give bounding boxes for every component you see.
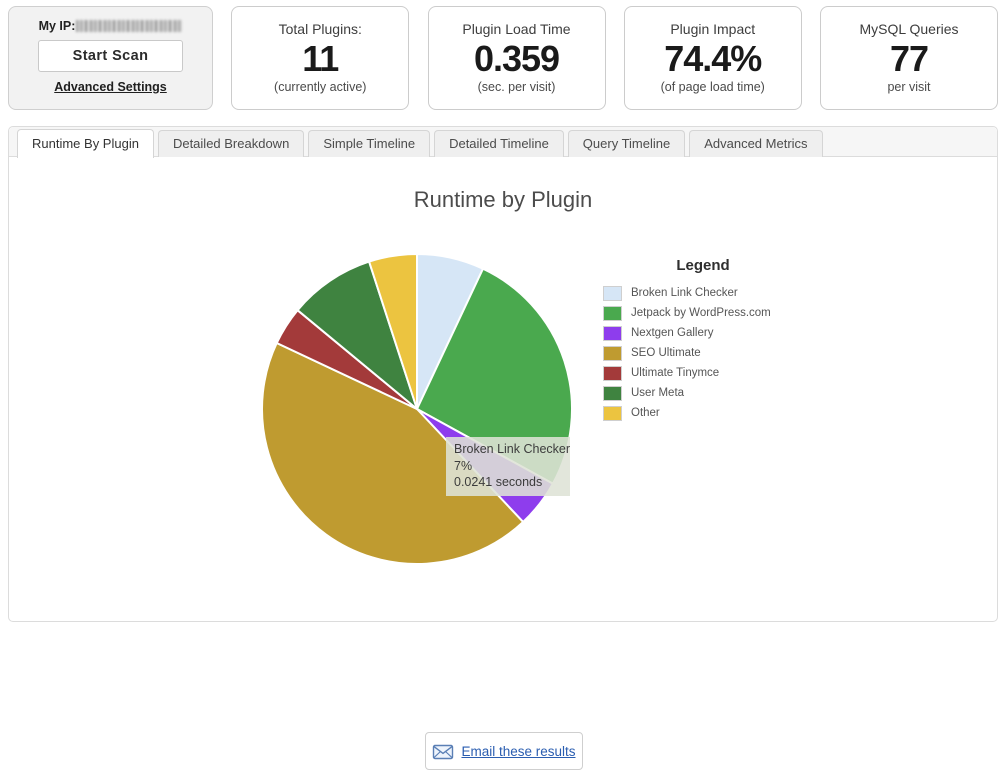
legend-item-label: Other <box>631 407 660 419</box>
stat-label: Total Plugins: <box>279 22 362 37</box>
legend-item[interactable]: SEO Ultimate <box>603 343 823 363</box>
tab-query-timeline[interactable]: Query Timeline <box>568 130 685 157</box>
tab-simple-timeline[interactable]: Simple Timeline <box>308 130 430 157</box>
tab-runtime-by-plugin[interactable]: Runtime By Plugin <box>17 129 154 158</box>
my-ip-line: My IP: <box>39 19 183 33</box>
legend-color-swatch <box>603 366 622 381</box>
stat-value: 77 <box>890 39 928 79</box>
stat-sub: per visit <box>887 80 930 94</box>
email-results-button[interactable]: Email these results <box>425 732 583 770</box>
legend-color-swatch <box>603 326 622 341</box>
results-panel: Runtime By Plugin Detailed Breakdown Sim… <box>8 126 998 622</box>
stat-value: 11 <box>302 39 338 79</box>
legend-item-label: Broken Link Checker <box>631 287 738 299</box>
envelope-icon <box>432 743 454 760</box>
tab-advanced-metrics[interactable]: Advanced Metrics <box>689 130 822 157</box>
legend-item-list: Broken Link Checker Jetpack by WordPress.… <box>603 283 823 423</box>
stat-sub: (currently active) <box>274 80 366 94</box>
pie-chart-svg[interactable] <box>257 249 577 569</box>
plugin-performance-dashboard: My IP: Start Scan Advanced Settings Tota… <box>0 0 1006 638</box>
stat-sub: (of page load time) <box>661 80 765 94</box>
pie-slice-tooltip: Broken Link Checker 7% 0.0241 seconds <box>446 437 570 496</box>
legend-color-swatch <box>603 306 622 321</box>
legend-color-swatch <box>603 386 622 401</box>
stat-label: MySQL Queries <box>859 22 958 37</box>
tab-detailed-timeline[interactable]: Detailed Timeline <box>434 130 564 157</box>
legend-item-label: Ultimate Tinymce <box>631 367 719 379</box>
tab-bar: Runtime By Plugin Detailed Breakdown Sim… <box>9 127 997 157</box>
stats-row: My IP: Start Scan Advanced Settings Tota… <box>8 6 998 112</box>
my-ip-value-redacted <box>76 20 182 32</box>
stat-card-mysql-queries: MySQL Queries 77 per visit <box>820 6 998 110</box>
stat-value: 74.4% <box>664 39 761 79</box>
legend-item-label: SEO Ultimate <box>631 347 701 359</box>
stat-card-plugin-impact: Plugin Impact 74.4% (of page load time) <box>624 6 802 110</box>
tooltip-percent: 7% <box>454 458 564 475</box>
legend-item[interactable]: Ultimate Tinymce <box>603 363 823 383</box>
legend-item[interactable]: Nextgen Gallery <box>603 323 823 343</box>
stat-value: 0.359 <box>474 39 559 79</box>
stat-card-plugin-load-time: Plugin Load Time 0.359 (sec. per visit) <box>428 6 606 110</box>
legend-color-swatch <box>603 286 622 301</box>
my-ip-label: My IP: <box>39 19 76 33</box>
scan-card: My IP: Start Scan Advanced Settings <box>8 6 213 110</box>
stat-card-total-plugins: Total Plugins: 11 (currently active) <box>231 6 409 110</box>
chart-legend: Legend Broken Link Checker Jetpack by Wor… <box>603 257 823 423</box>
legend-color-swatch <box>603 346 622 361</box>
tab-detailed-breakdown[interactable]: Detailed Breakdown <box>158 130 304 157</box>
legend-item[interactable]: Broken Link Checker <box>603 283 823 303</box>
legend-item[interactable]: Other <box>603 403 823 423</box>
advanced-settings-link[interactable]: Advanced Settings <box>54 80 167 94</box>
tooltip-name: Broken Link Checker <box>454 441 564 458</box>
legend-color-swatch <box>603 406 622 421</box>
pie-chart[interactable] <box>257 249 577 569</box>
legend-item-label: User Meta <box>631 387 684 399</box>
start-scan-button[interactable]: Start Scan <box>38 40 183 72</box>
stat-label: Plugin Load Time <box>462 22 570 37</box>
chart-title: Runtime by Plugin <box>9 187 997 213</box>
chart-area: Runtime by Plugin Broken Link Checker 7%… <box>9 157 997 622</box>
legend-item-label: Jetpack by WordPress.com <box>631 307 771 319</box>
email-results-label: Email these results <box>461 744 575 759</box>
stat-sub: (sec. per visit) <box>478 80 556 94</box>
stat-label: Plugin Impact <box>670 22 755 37</box>
tooltip-seconds: 0.0241 seconds <box>454 474 564 491</box>
legend-item[interactable]: Jetpack by WordPress.com <box>603 303 823 323</box>
legend-title: Legend <box>603 257 803 274</box>
legend-item-label: Nextgen Gallery <box>631 327 713 339</box>
legend-item[interactable]: User Meta <box>603 383 823 403</box>
